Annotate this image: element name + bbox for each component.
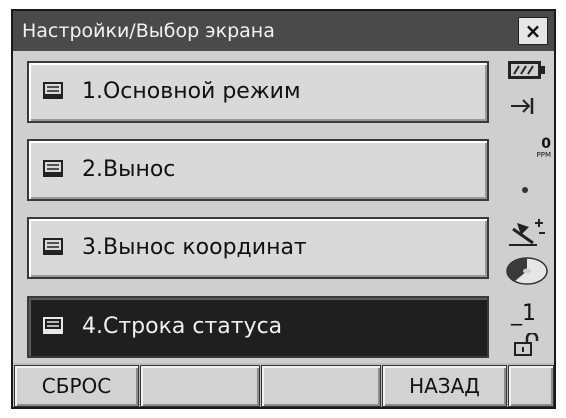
menu-item-label: 3.Вынос координат [82,235,307,260]
menu-item-label: 4.Строка статуса [82,314,283,339]
softkey-2[interactable] [140,365,260,407]
disk-icon [506,257,548,285]
device-screen: Настройки/Выбор экрана × 1.Основной режи… [11,9,556,409]
softkey-reset[interactable]: СБРОС [14,365,139,407]
window-title: Настройки/Выбор экрана [22,20,275,42]
softkey-3[interactable] [261,365,381,407]
softkey-label: СБРОС [41,374,112,398]
screen-icon [43,238,63,255]
screen-icon [43,317,63,334]
dot-indicator [522,187,528,193]
screen-icon [43,82,63,99]
prism-constant-indicator: _1 [511,301,536,326]
softkey-back[interactable]: НАЗАД [382,365,507,407]
close-button[interactable]: × [518,17,548,45]
title-bar: Настройки/Выбор экрана × [13,11,554,51]
menu-item-stakeout-coordinates[interactable]: 3.Вынос координат [27,217,489,279]
menu-item-label: 1.Основной режим [82,79,301,104]
ppm-value: 0 [541,136,551,152]
softkey-label: НАЗАД [409,374,480,398]
menu-item-stakeout[interactable]: 2.Вынос [27,139,489,201]
screen-icon [43,160,63,177]
ppm-label: PPM [536,151,551,159]
status-column: 0 PPM _1 [497,51,554,363]
tilt-compensation-icon [509,219,545,246]
ppm-indicator: 0 PPM [511,137,551,160]
menu-item-status-bar[interactable]: 4.Строка статуса [27,296,489,358]
softkey-bar: СБРОС НАЗАД [13,363,554,407]
softkey-5[interactable] [508,365,554,407]
target-mode-icon [511,98,534,114]
menu-item-basic-mode[interactable]: 1.Основной режим [27,61,489,123]
menu-item-label: 2.Вынос [82,157,176,182]
close-icon: × [524,19,542,43]
lock-icon [514,333,539,356]
battery-icon [508,61,545,79]
